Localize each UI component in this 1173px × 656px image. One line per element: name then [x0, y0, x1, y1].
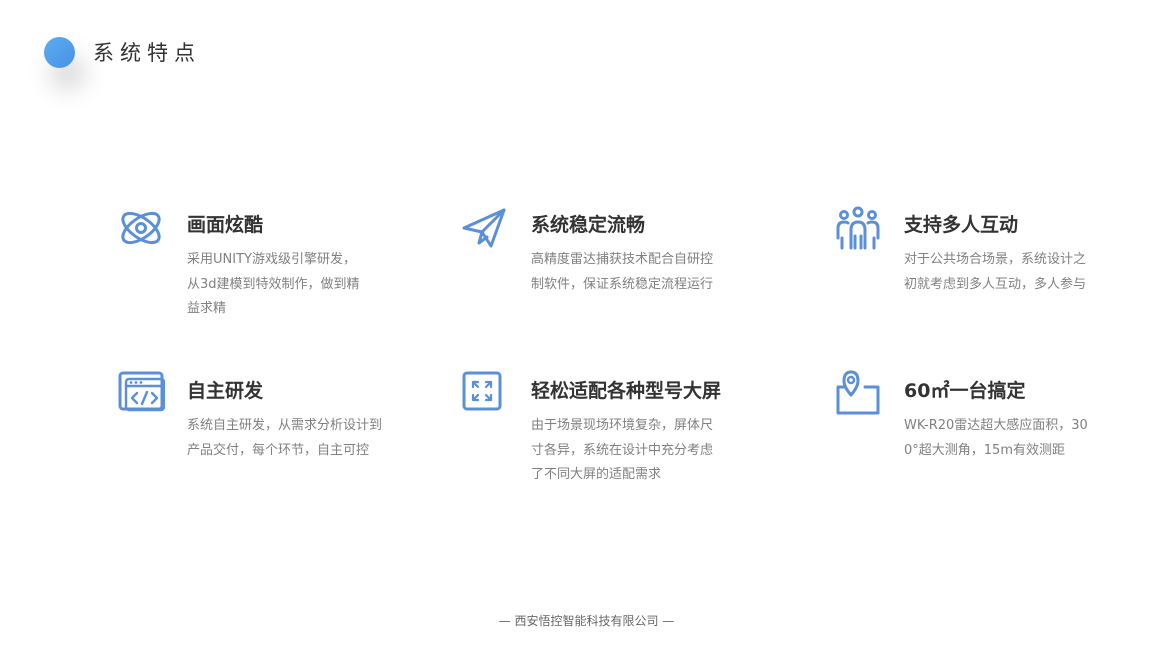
feature-card-stability: 系统稳定流畅 高精度雷达捕获技术配合自研控制软件，保证系统稳定流程运行	[461, 204, 791, 324]
feature-title: 支持多人互动	[904, 214, 1019, 236]
feature-card-screen-adapt: 轻松适配各种型号大屏 由于场景现场环境复杂，屏体尺寸各异，系统在设计中充分考虑了…	[461, 370, 791, 490]
feature-description: 系统自主研发，从需求分析设计到产品交付，每个环节，自主可控	[187, 418, 383, 458]
company-footer: — 西安悟控智能科技有限公司 —	[498, 614, 675, 628]
feature-card-self-developed: 自主研发 系统自主研发，从需求分析设计到产品交付，每个环节，自主可控	[117, 370, 447, 490]
feature-title: 自主研发	[187, 380, 264, 402]
feature-description: 采用UNITY游戏级引擎研发，从3d建模到特效制作，做到精益求精	[187, 252, 360, 316]
feature-description: WK-R20雷达超大感应面积，300°超大测角，15m有效测距	[904, 418, 1088, 458]
section-header: 系统特点	[44, 36, 201, 68]
feature-description: 由于场景现场环境复杂，屏体尺寸各异，系统在设计中充分考虑了不同大屏的适配需求	[531, 418, 714, 482]
header-dot-icon	[44, 36, 75, 68]
feature-card-visuals: 画面炫酷 采用UNITY游戏级引擎研发，从3d建模到特效制作，做到精益求精	[117, 204, 447, 324]
feature-title: 画面炫酷	[187, 214, 264, 236]
feature-description: 对于公共场合场景，系统设计之初就考虑到多人互动，多人参与	[904, 252, 1087, 292]
atom-icon	[117, 204, 165, 252]
feature-title: 系统稳定流畅	[531, 214, 646, 236]
paper-plane-icon	[461, 204, 509, 252]
page-title: 系统特点	[93, 41, 201, 65]
feature-description: 高精度雷达捕获技术配合自研控制软件，保证系统稳定流程运行	[531, 252, 714, 292]
feature-title: 60㎡一台搞定	[904, 380, 1026, 402]
code-window-icon	[117, 370, 165, 418]
feature-card-coverage-area: 60㎡一台搞定 WK-R20雷达超大感应面积，300°超大测角，15m有效测距	[834, 370, 1164, 490]
people-icon	[834, 204, 882, 252]
expand-icon	[461, 370, 509, 418]
feature-title: 轻松适配各种型号大屏	[531, 380, 722, 402]
feature-card-multiplayer: 支持多人互动 对于公共场合场景，系统设计之初就考虑到多人互动，多人参与	[834, 204, 1164, 324]
location-area-icon	[834, 370, 882, 418]
